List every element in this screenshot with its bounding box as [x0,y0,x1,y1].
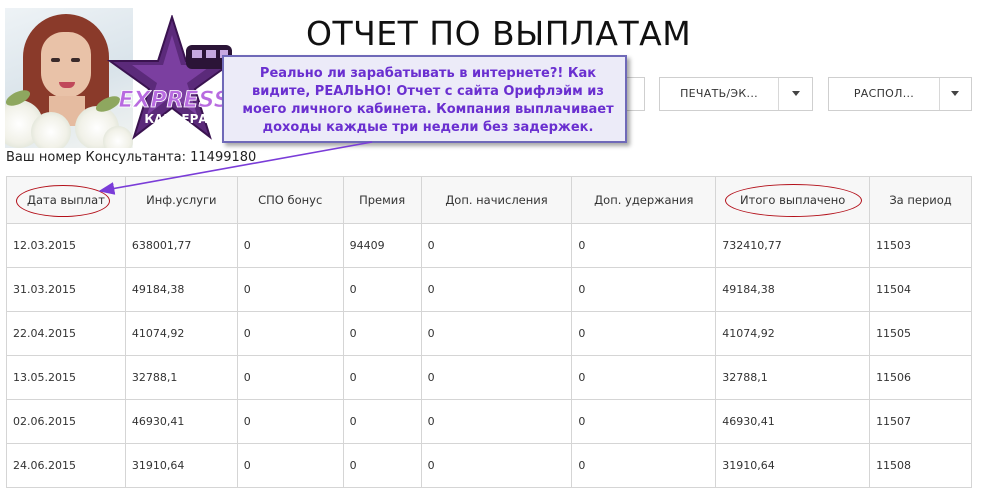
table-header-row: Дата выплат Инф.услуги СПО бонус Премия … [6,176,972,224]
table-cell: 732410,77 [715,223,871,268]
table-cell: 0 [342,443,422,488]
table-row: 31.03.2015 49184,38 0 0 0 0 49184,38 11504 [6,267,972,312]
table-row: 24.06.2015 31910,64 0 0 0 0 31910,64 11508 [6,443,972,488]
table-cell: 46930,41 [715,399,871,444]
table-cell: 31910,64 [715,443,871,488]
export-dropdown-partial[interactable] [627,77,645,111]
logo-text-kariera: КАРЬЕРА [144,112,208,126]
table-cell: 02.06.2015 [6,399,126,444]
table-cell: 0 [236,311,344,356]
table-cell: 41074,92 [124,311,238,356]
col-header-payment-date[interactable]: Дата выплат [6,176,126,224]
table-cell: 0 [420,399,573,444]
table-cell: 11505 [869,311,972,356]
table-cell: 0 [420,443,573,488]
table-cell: 0 [236,267,344,312]
table-cell: 12.03.2015 [6,223,126,268]
table-cell: 49184,38 [124,267,238,312]
express-kariera-logo: EXPRESS КАРЬЕРА [106,15,238,140]
table-cell: 11506 [869,355,972,400]
table-cell: 0 [342,311,422,356]
table-cell: 0 [571,355,717,400]
table-cell: 94409 [342,223,422,268]
table-row: 13.05.2015 32788,1 0 0 0 0 32788,1 11506 [6,355,972,400]
table-cell: 11507 [869,399,972,444]
promo-callout: Реально ли зарабатывать в интернете?! Ка… [222,55,627,143]
table-cell: 13.05.2015 [6,355,126,400]
chevron-down-icon[interactable] [792,91,800,96]
table-cell: 31.03.2015 [6,267,126,312]
print-export-label: ПЕЧАТЬ/ЭК... [680,87,758,100]
col-header-total-paid[interactable]: Итого выплачено [715,176,871,224]
table-cell: 0 [420,223,573,268]
table-cell: 46930,41 [124,399,238,444]
table-cell: 0 [236,223,344,268]
consultant-number: Ваш номер Консультанта: 11499180 [6,150,257,165]
col-header-period[interactable]: За период [869,176,972,224]
table-cell: 0 [420,267,573,312]
logo-text-express: EXPRESS [119,88,230,113]
col-header-info-services[interactable]: Инф.услуги [124,176,238,224]
layout-label: РАСПОЛ... [853,87,915,100]
table-cell: 0 [236,399,344,444]
table-cell: 22.04.2015 [6,311,126,356]
table-cell: 0 [571,267,717,312]
col-header-extra-accruals[interactable]: Доп. начисления [420,176,573,224]
table-cell: 0 [571,223,717,268]
table-cell: 24.06.2015 [6,443,126,488]
table-cell: 0 [236,443,344,488]
table-cell: 0 [571,399,717,444]
table-cell: 0 [420,311,573,356]
page-title: ОТЧЕТ ПО ВЫПЛАТАМ [306,14,692,53]
table-cell: 11508 [869,443,972,488]
table-cell: 638001,77 [124,223,238,268]
table-cell: 31910,64 [124,443,238,488]
table-cell: 0 [342,355,422,400]
promo-callout-text: Реально ли зарабатывать в интернете?! Ка… [242,66,614,135]
col-header-extra-deductions[interactable]: Доп. удержания [571,176,717,224]
payments-table: Дата выплат Инф.услуги СПО бонус Премия … [6,176,972,488]
table-cell: 0 [342,267,422,312]
table-cell: 41074,92 [715,311,871,356]
col-header-spo-bonus[interactable]: СПО бонус [236,176,344,224]
table-cell: 32788,1 [124,355,238,400]
chevron-down-icon[interactable] [951,91,959,96]
table-cell: 11503 [869,223,972,268]
col-header-premium[interactable]: Премия [342,176,422,224]
table-cell: 49184,38 [715,267,871,312]
table-row: 22.04.2015 41074,92 0 0 0 0 41074,92 11505 [6,311,972,356]
table-cell: 11504 [869,267,972,312]
table-cell: 32788,1 [715,355,871,400]
table-cell: 0 [236,355,344,400]
table-row: 12.03.2015 638001,77 0 94409 0 0 732410,77 1150… [6,223,972,268]
table-cell: 0 [571,311,717,356]
table-row: 02.06.2015 46930,41 0 0 0 0 46930,41 11507 [6,399,972,444]
print-export-dropdown[interactable]: ПЕЧАТЬ/ЭК... [659,77,813,111]
table-cell: 0 [420,355,573,400]
table-cell: 0 [571,443,717,488]
layout-dropdown[interactable]: РАСПОЛ... [828,77,972,111]
table-cell: 0 [342,399,422,444]
